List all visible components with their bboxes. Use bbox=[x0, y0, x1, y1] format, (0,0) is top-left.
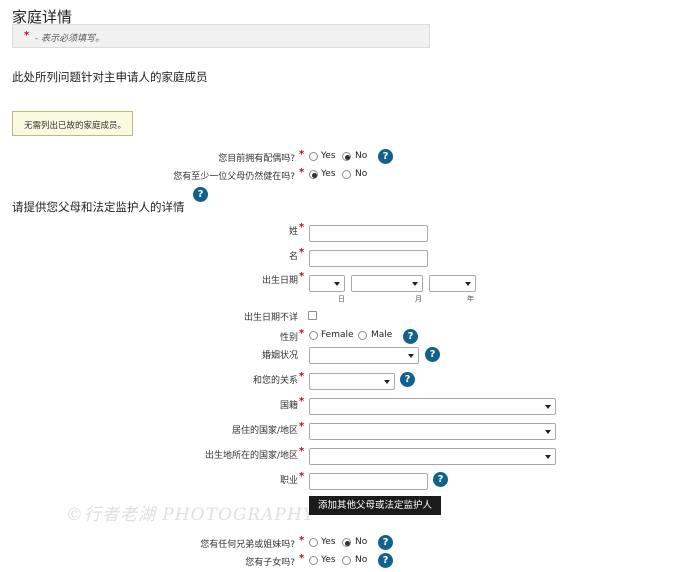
children-yes-label: Yes bbox=[321, 555, 336, 565]
dob-year-caption: 年 bbox=[467, 295, 474, 303]
parent-alive-no-label: No bbox=[355, 169, 368, 179]
surname-input[interactable] bbox=[309, 225, 428, 242]
help-icon[interactable]: ? bbox=[378, 535, 393, 550]
required-star: * bbox=[299, 328, 305, 339]
required-star: * bbox=[299, 247, 305, 258]
given-name-input[interactable] bbox=[309, 250, 428, 267]
spouse-yes-radio[interactable] bbox=[309, 152, 318, 161]
help-icon[interactable]: ? bbox=[193, 187, 208, 202]
required-star: * bbox=[299, 167, 305, 178]
required-star: * bbox=[299, 446, 305, 457]
birth-country-label: 出生地所在的国家/地区 bbox=[204, 451, 298, 461]
children-no-label: No bbox=[355, 555, 368, 565]
siblings-no-label: No bbox=[355, 537, 368, 547]
help-icon[interactable]: ? bbox=[378, 553, 393, 568]
parent-alive-question-label: 您有至少一位父母仍然健在吗? bbox=[173, 172, 295, 182]
dob-label: 出生日期 bbox=[261, 276, 298, 286]
occupation-label: 职业 bbox=[279, 476, 298, 486]
spouse-no-label: No bbox=[355, 151, 368, 161]
residence-country-select[interactable] bbox=[309, 423, 556, 440]
family-section-heading: 此处所列问题针对主申请人的家庭成员 bbox=[12, 70, 208, 84]
required-star: * bbox=[299, 371, 305, 382]
dob-day-caption: 日 bbox=[338, 295, 345, 303]
siblings-question-label: 您有任何兄弟或姐妹吗? bbox=[200, 540, 295, 550]
required-notice: * - 表示必须填写。 bbox=[12, 24, 430, 48]
siblings-no-radio[interactable] bbox=[342, 538, 351, 547]
surname-label: 姓 bbox=[288, 227, 298, 237]
help-icon[interactable]: ? bbox=[403, 329, 418, 344]
required-star: * bbox=[299, 535, 305, 546]
required-star: * bbox=[299, 222, 305, 233]
required-star: * bbox=[299, 396, 305, 407]
help-icon[interactable]: ? bbox=[433, 472, 448, 487]
children-no-radio[interactable] bbox=[342, 556, 351, 565]
nationality-select[interactable] bbox=[309, 398, 556, 415]
gender-female-radio[interactable] bbox=[309, 331, 318, 340]
help-icon[interactable]: ? bbox=[378, 149, 393, 164]
spouse-yes-label: Yes bbox=[321, 151, 336, 161]
dob-day-select[interactable] bbox=[309, 275, 345, 292]
residence-country-label: 居住的国家/地区 bbox=[231, 426, 298, 436]
siblings-yes-label: Yes bbox=[321, 537, 336, 547]
spouse-no-radio[interactable] bbox=[342, 152, 351, 161]
birth-country-select[interactable] bbox=[309, 448, 556, 465]
parents-section-heading: 请提供您父母和法定监护人的详情 bbox=[12, 200, 185, 214]
gender-male-radio[interactable] bbox=[358, 331, 367, 340]
dob-unknown-label: 出生日期不详 bbox=[243, 313, 298, 323]
required-star: * bbox=[299, 421, 305, 432]
nationality-label: 国籍 bbox=[279, 401, 298, 411]
spouse-question-label: 您目前拥有配偶吗? bbox=[218, 154, 295, 164]
gender-female-label: Female bbox=[321, 330, 354, 340]
required-star: * bbox=[299, 553, 305, 564]
siblings-yes-radio[interactable] bbox=[309, 538, 318, 547]
required-star: * bbox=[24, 30, 30, 41]
deceased-info-text: 无需列出已故的家庭成员。 bbox=[24, 121, 127, 131]
parent-alive-yes-radio[interactable] bbox=[309, 170, 318, 179]
dob-month-caption: 月 bbox=[415, 295, 422, 303]
parent-alive-no-radio[interactable] bbox=[342, 170, 351, 179]
watermark: ©行者老湖 PHOTOGRAPHY bbox=[66, 505, 316, 525]
occupation-input[interactable] bbox=[309, 473, 428, 490]
required-star: * bbox=[299, 149, 305, 160]
marital-status-label: 婚姻状况 bbox=[261, 351, 298, 361]
required-note: - 表示必须填写。 bbox=[35, 34, 105, 44]
children-question-label: 您有子女吗? bbox=[245, 558, 295, 568]
add-parent-button[interactable]: 添加其他父母或法定监护人 bbox=[309, 496, 441, 515]
gender-male-label: Male bbox=[371, 330, 393, 340]
marital-status-select[interactable] bbox=[309, 347, 419, 364]
deceased-info-box: 无需列出已故的家庭成员。 bbox=[12, 111, 133, 136]
help-icon[interactable]: ? bbox=[400, 372, 415, 387]
dob-month-select[interactable] bbox=[351, 275, 423, 292]
dob-unknown-checkbox[interactable] bbox=[308, 311, 317, 320]
help-icon[interactable]: ? bbox=[425, 347, 440, 362]
relationship-label: 和您的关系 bbox=[252, 376, 298, 386]
relationship-select[interactable] bbox=[309, 373, 395, 390]
required-star: * bbox=[299, 471, 305, 482]
given-name-label: 名 bbox=[288, 252, 298, 262]
required-star: * bbox=[299, 271, 305, 282]
dob-year-select[interactable] bbox=[429, 275, 476, 292]
children-yes-radio[interactable] bbox=[309, 556, 318, 565]
parent-alive-yes-label: Yes bbox=[321, 169, 336, 179]
gender-label: 性别 bbox=[279, 333, 298, 343]
